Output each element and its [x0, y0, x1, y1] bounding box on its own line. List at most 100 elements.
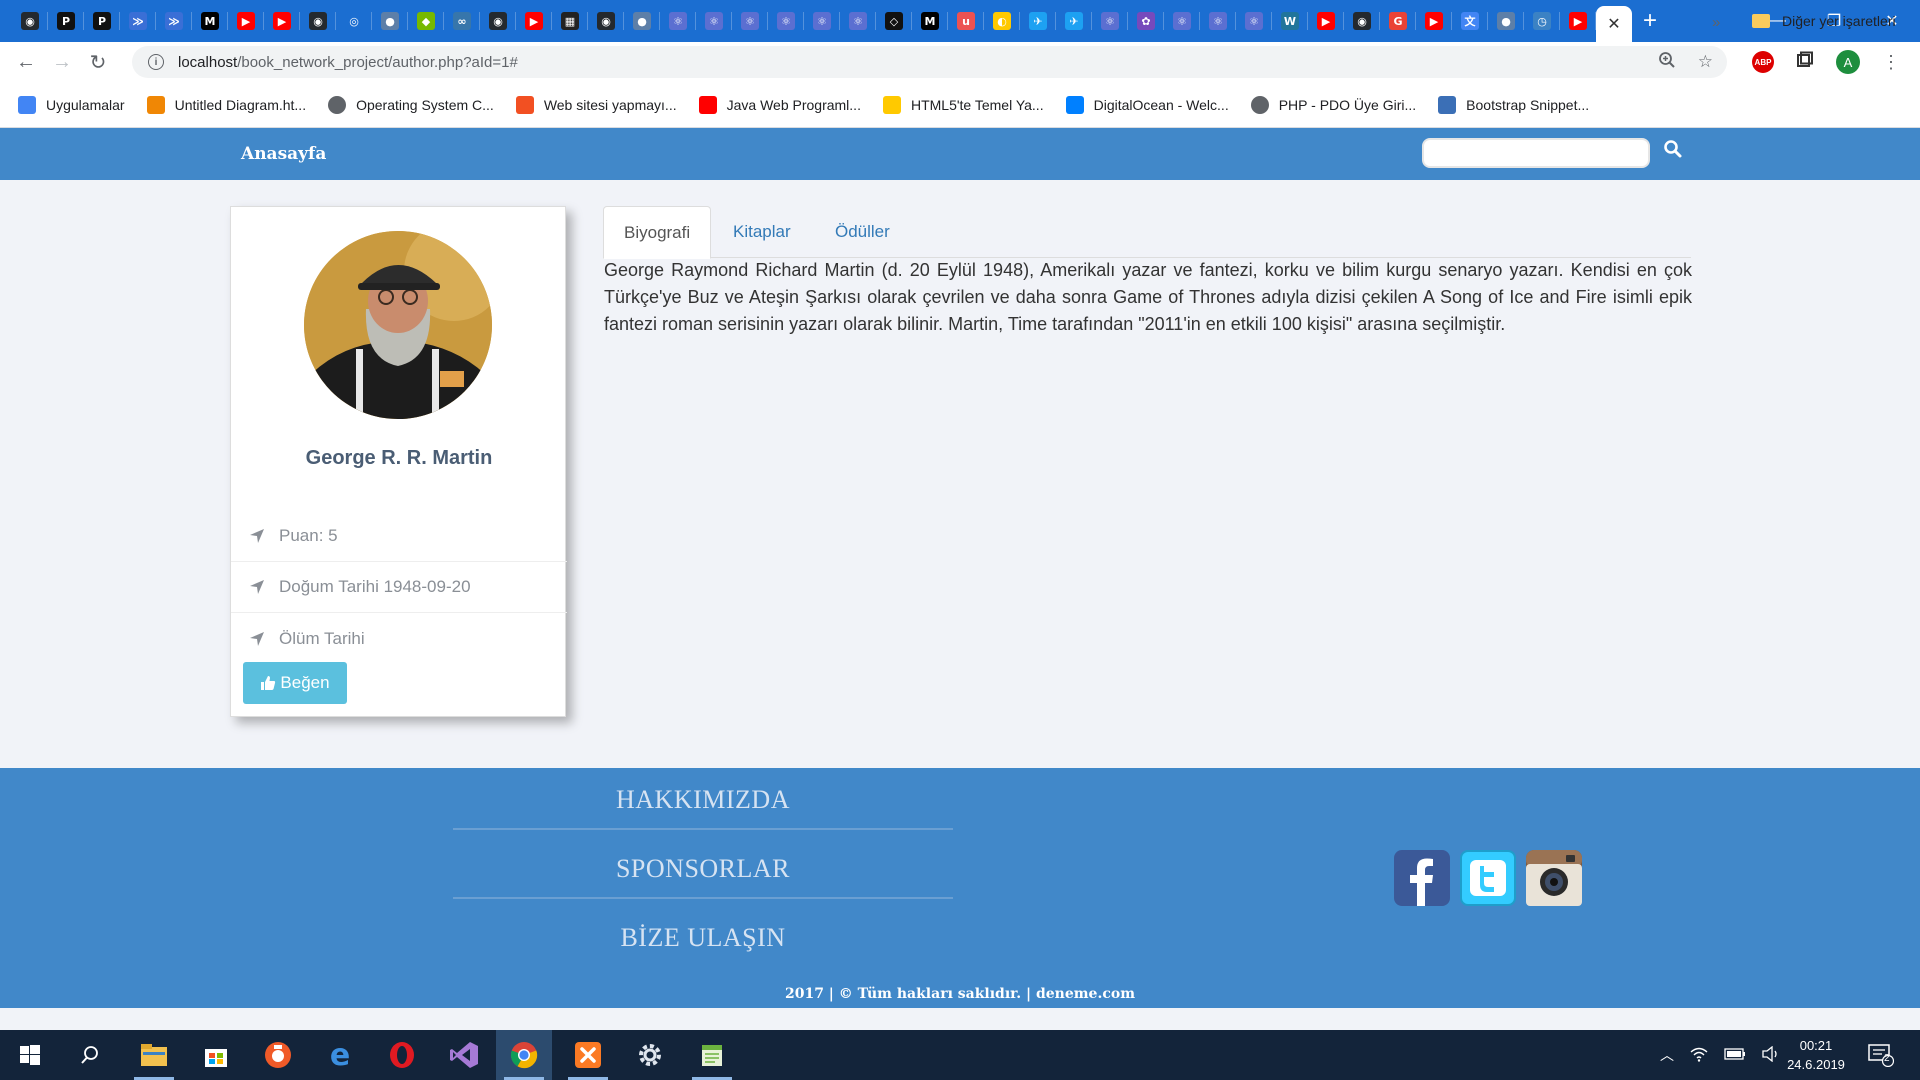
- reload-icon[interactable]: ↻: [80, 44, 116, 80]
- pinned-tab[interactable]: ⚛: [840, 0, 876, 42]
- pinned-tab[interactable]: ◷: [1524, 0, 1560, 42]
- opera-icon[interactable]: [374, 1030, 430, 1080]
- zoom-icon[interactable]: [1658, 51, 1676, 74]
- pinned-tab[interactable]: ▶: [1308, 0, 1344, 42]
- pinned-tab[interactable]: u: [948, 0, 984, 42]
- store-icon[interactable]: [188, 1030, 244, 1080]
- search-icon[interactable]: [1663, 139, 1685, 163]
- edge-icon[interactable]: e: [312, 1030, 368, 1080]
- settings-icon[interactable]: [622, 1030, 678, 1080]
- xampp-icon[interactable]: [560, 1030, 616, 1080]
- twitter-icon[interactable]: [1460, 850, 1516, 906]
- bookmark-item[interactable]: Uygulamalar: [18, 95, 125, 114]
- address-bar[interactable]: i localhost/book_network_project/author.…: [132, 46, 1727, 78]
- pinned-tab[interactable]: P: [48, 0, 84, 42]
- pinned-tab[interactable]: ▶: [516, 0, 552, 42]
- instagram-icon[interactable]: [1526, 850, 1582, 906]
- menu-dots-icon[interactable]: ⋮: [1882, 52, 1900, 73]
- pinned-tab[interactable]: G: [1380, 0, 1416, 42]
- pinned-tab[interactable]: ≫: [120, 0, 156, 42]
- bookmark-item[interactable]: HTML5'te Temel Ya...: [882, 95, 1044, 114]
- chrome-icon[interactable]: [496, 1030, 552, 1080]
- p-icon: P: [57, 12, 75, 30]
- bookmark-item[interactable]: Java Web Programl...: [698, 95, 861, 114]
- pinned-tab[interactable]: ●: [372, 0, 408, 42]
- windows-start-icon[interactable]: [2, 1030, 58, 1080]
- pinned-tab[interactable]: ▶: [1560, 0, 1596, 42]
- file-explorer-icon[interactable]: [126, 1030, 182, 1080]
- bookmark-star-icon[interactable]: ☆: [1698, 52, 1713, 72]
- other-bookmarks-folder[interactable]: Diğer yer işaretleri: [1752, 13, 1896, 29]
- pinned-tab[interactable]: ▶: [228, 0, 264, 42]
- pinned-tab[interactable]: ◉: [1344, 0, 1380, 42]
- pinned-tab[interactable]: ▦: [552, 0, 588, 42]
- pinned-tab[interactable]: ●: [624, 0, 660, 42]
- pinned-tab[interactable]: ∞: [444, 0, 480, 42]
- pinned-tab[interactable]: ◉: [300, 0, 336, 42]
- pinned-tab[interactable]: P: [84, 0, 120, 42]
- pinned-tab[interactable]: ✿: [1128, 0, 1164, 42]
- extension-icon[interactable]: [1796, 51, 1814, 74]
- notification-center-icon[interactable]: 2: [1868, 1030, 1894, 1080]
- pinned-tab[interactable]: M: [912, 0, 948, 42]
- pinned-tab[interactable]: ⚛: [1092, 0, 1128, 42]
- bookmarks-overflow-icon[interactable]: »: [1712, 14, 1720, 31]
- pinned-tab[interactable]: ⚛: [732, 0, 768, 42]
- notepad-icon[interactable]: [684, 1030, 740, 1080]
- new-tab-icon[interactable]: +: [1632, 0, 1668, 42]
- pinned-tab[interactable]: ⚛: [768, 0, 804, 42]
- battery-icon[interactable]: [1724, 1047, 1746, 1063]
- tab-awards[interactable]: Ödüller: [815, 206, 910, 258]
- pinned-tab[interactable]: ◇: [876, 0, 912, 42]
- pinned-tab[interactable]: ⚛: [1200, 0, 1236, 42]
- tab-books[interactable]: Kitaplar: [713, 206, 811, 258]
- pinned-tab[interactable]: ◉: [588, 0, 624, 42]
- pinned-tab[interactable]: ⚛: [804, 0, 840, 42]
- pinned-tab[interactable]: ⚛: [660, 0, 696, 42]
- pinned-tab[interactable]: ◆: [408, 0, 444, 42]
- pinned-tab[interactable]: ≫: [156, 0, 192, 42]
- pinned-tab[interactable]: ⚛: [1164, 0, 1200, 42]
- pinned-tab[interactable]: ◉: [480, 0, 516, 42]
- tab-biography[interactable]: Biyografi: [603, 206, 712, 259]
- wifi-icon[interactable]: [1690, 1046, 1708, 1065]
- pinned-tab[interactable]: ▶: [264, 0, 300, 42]
- pinned-tab[interactable]: ✈: [1020, 0, 1056, 42]
- pinned-tab[interactable]: ◎: [336, 0, 372, 42]
- footer-link-about[interactable]: HAKKIMIZDA: [453, 785, 953, 815]
- url-text[interactable]: localhost/book_network_project/author.ph…: [178, 54, 518, 71]
- profile-avatar[interactable]: A: [1836, 50, 1860, 74]
- facebook-icon[interactable]: [1394, 850, 1450, 906]
- site-search-input[interactable]: [1422, 138, 1650, 168]
- bookmark-item[interactable]: Web sitesi yapmayı...: [515, 95, 677, 114]
- bookmark-item[interactable]: Bootstrap Snippet...: [1438, 95, 1589, 114]
- search-icon[interactable]: [62, 1030, 118, 1080]
- like-button[interactable]: Beğen: [243, 662, 347, 704]
- site-info-icon[interactable]: i: [148, 54, 164, 70]
- pinned-tab[interactable]: ⚛: [696, 0, 732, 42]
- pinned-tab[interactable]: ◐: [984, 0, 1020, 42]
- system-clock[interactable]: 00:21 24.6.2019: [1771, 1036, 1861, 1074]
- bookmark-item[interactable]: Operating System C...: [328, 95, 494, 114]
- snip-icon[interactable]: [250, 1030, 306, 1080]
- visual-studio-icon[interactable]: [436, 1030, 492, 1080]
- pinned-tab[interactable]: 文: [1452, 0, 1488, 42]
- back-icon[interactable]: ←: [8, 44, 44, 80]
- pinned-tab[interactable]: ⚛: [1236, 0, 1272, 42]
- pinned-tab[interactable]: ◉: [12, 0, 48, 42]
- pinned-tab[interactable]: ▶: [1416, 0, 1452, 42]
- pinned-tab[interactable]: W: [1272, 0, 1308, 42]
- active-tab-close-icon[interactable]: ✕: [1596, 6, 1632, 42]
- chevron-up-icon[interactable]: ︿: [1660, 1045, 1674, 1065]
- adblock-plus-icon[interactable]: ABP: [1752, 51, 1774, 73]
- footer-link-contact[interactable]: BİZE ULAŞIN: [453, 923, 953, 953]
- forward-icon[interactable]: →: [44, 44, 80, 80]
- footer-link-sponsors[interactable]: SPONSORLAR: [453, 854, 953, 884]
- nav-home-link[interactable]: Anasayfa: [241, 144, 326, 164]
- bookmark-item[interactable]: Untitled Diagram.ht...: [146, 95, 306, 114]
- pinned-tab[interactable]: ✈: [1056, 0, 1092, 42]
- bookmark-item[interactable]: PHP - PDO Üye Giri...: [1250, 95, 1416, 114]
- pinned-tab[interactable]: M: [192, 0, 228, 42]
- pinned-tab[interactable]: ●: [1488, 0, 1524, 42]
- bookmark-item[interactable]: DigitalOcean - Welc...: [1065, 95, 1229, 114]
